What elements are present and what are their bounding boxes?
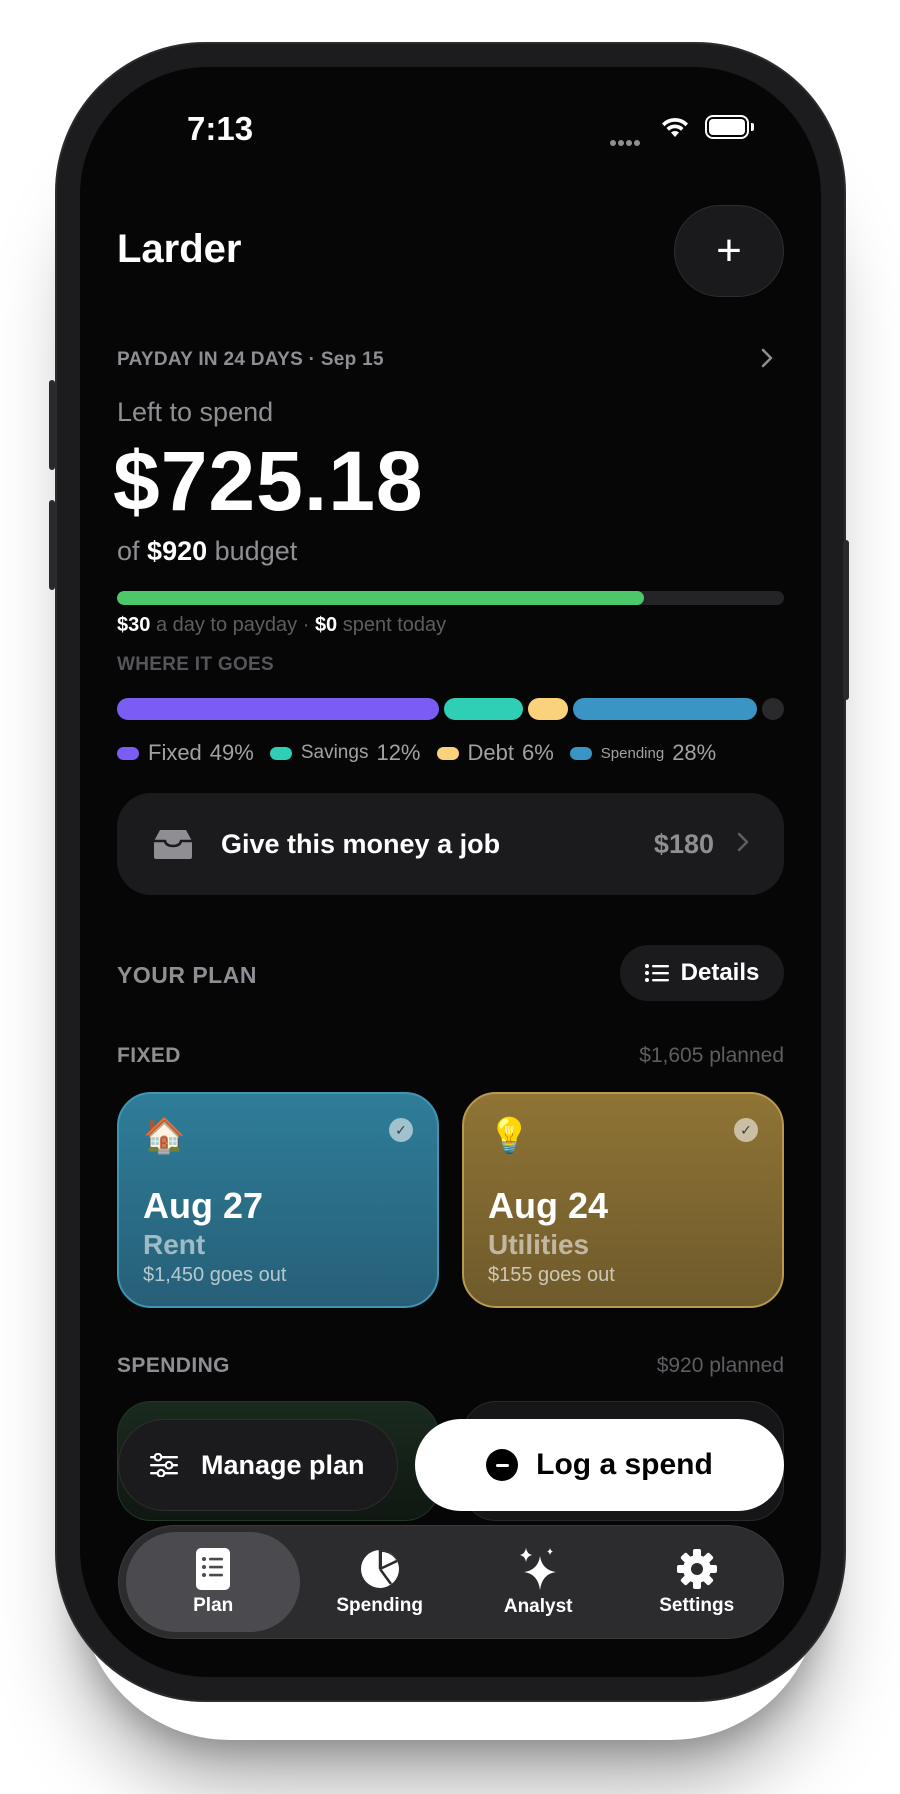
chevron-right-icon[interactable] [760,345,774,376]
legend-label: Fixed [148,740,202,765]
left-to-spend-label: Left to spend [117,397,274,427]
tab-label: Spending [336,1595,423,1616]
bill-date: Aug 27 [143,1185,264,1226]
allocation-legend: Fixed 49% Savings 12% Debt 6% Spending 28% [117,740,732,766]
manage-plan-button[interactable]: Manage plan [118,1419,398,1511]
budget-line: of $920 budget [117,536,297,567]
allocation-segment-debt [528,698,568,720]
app-screen: 7:13 Larder + PAYDAY IN 24 DAYS · Sep 15… [80,67,821,1677]
power-button [843,540,849,700]
chevron-right-icon [736,829,750,860]
where-it-goes-label: WHERE IT GOES [117,654,274,675]
check-icon: ✓ [389,1118,413,1142]
allocation-segment-fixed [117,698,440,720]
allocation-segment-savings [444,698,524,720]
tab-spending[interactable]: Spending [300,1532,459,1632]
inbox-tray-icon [154,830,192,859]
check-icon: ✓ [734,1118,758,1142]
log-spend-label: Log a spend [536,1448,713,1481]
legend-label: Savings [300,742,369,763]
legend-item-fixed: Fixed 49% [117,740,254,766]
give-money-job-card[interactable]: Give this money a job $180 [117,793,784,895]
spent-today-text: spent today [342,614,447,636]
tab-plan[interactable]: Plan [126,1532,301,1632]
budget-prefix: of [117,536,140,566]
tab-label: Plan [193,1595,234,1616]
allocation-segment-remainder [761,698,784,720]
add-button[interactable]: + [674,205,784,297]
pie-chart-icon [360,1550,399,1588]
bill-name: Rent [143,1229,206,1260]
per-day-amount: $30 [117,614,151,636]
legend-swatch [117,746,139,760]
legend-item-debt: Debt 6% [436,740,554,766]
legend-label: Debt [467,740,514,765]
minus-circle-icon [486,1449,519,1481]
allocation-bar [117,698,784,720]
tab-bar: Plan Spending Analyst Settings [118,1525,784,1639]
details-button[interactable]: Details [620,945,784,1001]
job-label: Give this money a job [221,828,501,859]
budget-progress-bar [117,591,784,605]
budget-suffix: budget [214,536,298,566]
budget-progress-fill [117,591,644,605]
log-spend-button[interactable]: Log a spend [415,1419,784,1511]
your-plan-label: YOUR PLAN [117,962,257,988]
left-to-spend-amount: $725.18 [113,434,424,528]
status-time: 7:13 [187,110,254,147]
spent-today-amount: $0 [314,614,338,636]
legend-item-spending: Spending 28% [569,740,717,766]
tab-label: Settings [659,1595,735,1616]
legend-percent: 28% [672,740,717,765]
legend-swatch [436,746,459,760]
sparkles-icon [520,1548,557,1590]
battery-icon [705,115,754,139]
details-label: Details [680,959,760,986]
volume-up-button [49,380,55,470]
spending-planned-amount: $920 planned [656,1354,784,1377]
allocation-segment-spending [572,698,757,720]
list-doc-icon [196,1548,231,1590]
volume-down-button [49,500,55,590]
legend-percent: 12% [376,740,421,765]
legend-percent: 6% [521,740,554,765]
budget-amount: $920 [147,536,208,566]
bill-date: Aug 24 [488,1185,609,1226]
lightbulb-icon: 💡 [488,1117,531,1155]
fixed-planned-amount: $1,605 planned [639,1044,784,1067]
job-amount: $180 [653,828,714,859]
legend-swatch [569,746,592,760]
app-title: Larder [117,227,242,271]
bill-card-rent[interactable]: 🏠 ✓ Aug 27 Rent $1,450 goes out [117,1092,439,1308]
legend-label: Spending [600,744,665,762]
payday-label[interactable]: PAYDAY IN 24 DAYS · Sep 15 [117,349,384,371]
spending-section-label: SPENDING [117,1354,230,1377]
fixed-section-label: FIXED [117,1044,181,1067]
tab-settings[interactable]: Settings [617,1532,776,1632]
legend-swatch [269,746,292,760]
cellular-signal-icon [610,133,642,151]
bill-name: Utilities [488,1229,590,1260]
tab-analyst[interactable]: Analyst [459,1532,618,1632]
legend-percent: 49% [209,740,254,765]
bill-amount: $1,450 goes out [143,1264,287,1286]
daily-allowance-line: $30 a day to payday · $0 spent today [117,614,446,637]
tab-label: Analyst [503,1596,573,1617]
manage-plan-label: Manage plan [201,1449,365,1480]
list-icon [644,964,669,982]
house-icon: 🏠 [143,1117,186,1155]
wifi-icon [660,115,690,144]
sliders-icon [150,1453,178,1477]
per-day-text: a day to payday · [155,614,310,636]
gear-icon [676,1549,717,1589]
bill-amount: $155 goes out [488,1264,615,1286]
legend-item-savings: Savings 12% [269,740,421,766]
bill-card-utilities[interactable]: 💡 ✓ Aug 24 Utilities $155 goes out [462,1092,784,1308]
